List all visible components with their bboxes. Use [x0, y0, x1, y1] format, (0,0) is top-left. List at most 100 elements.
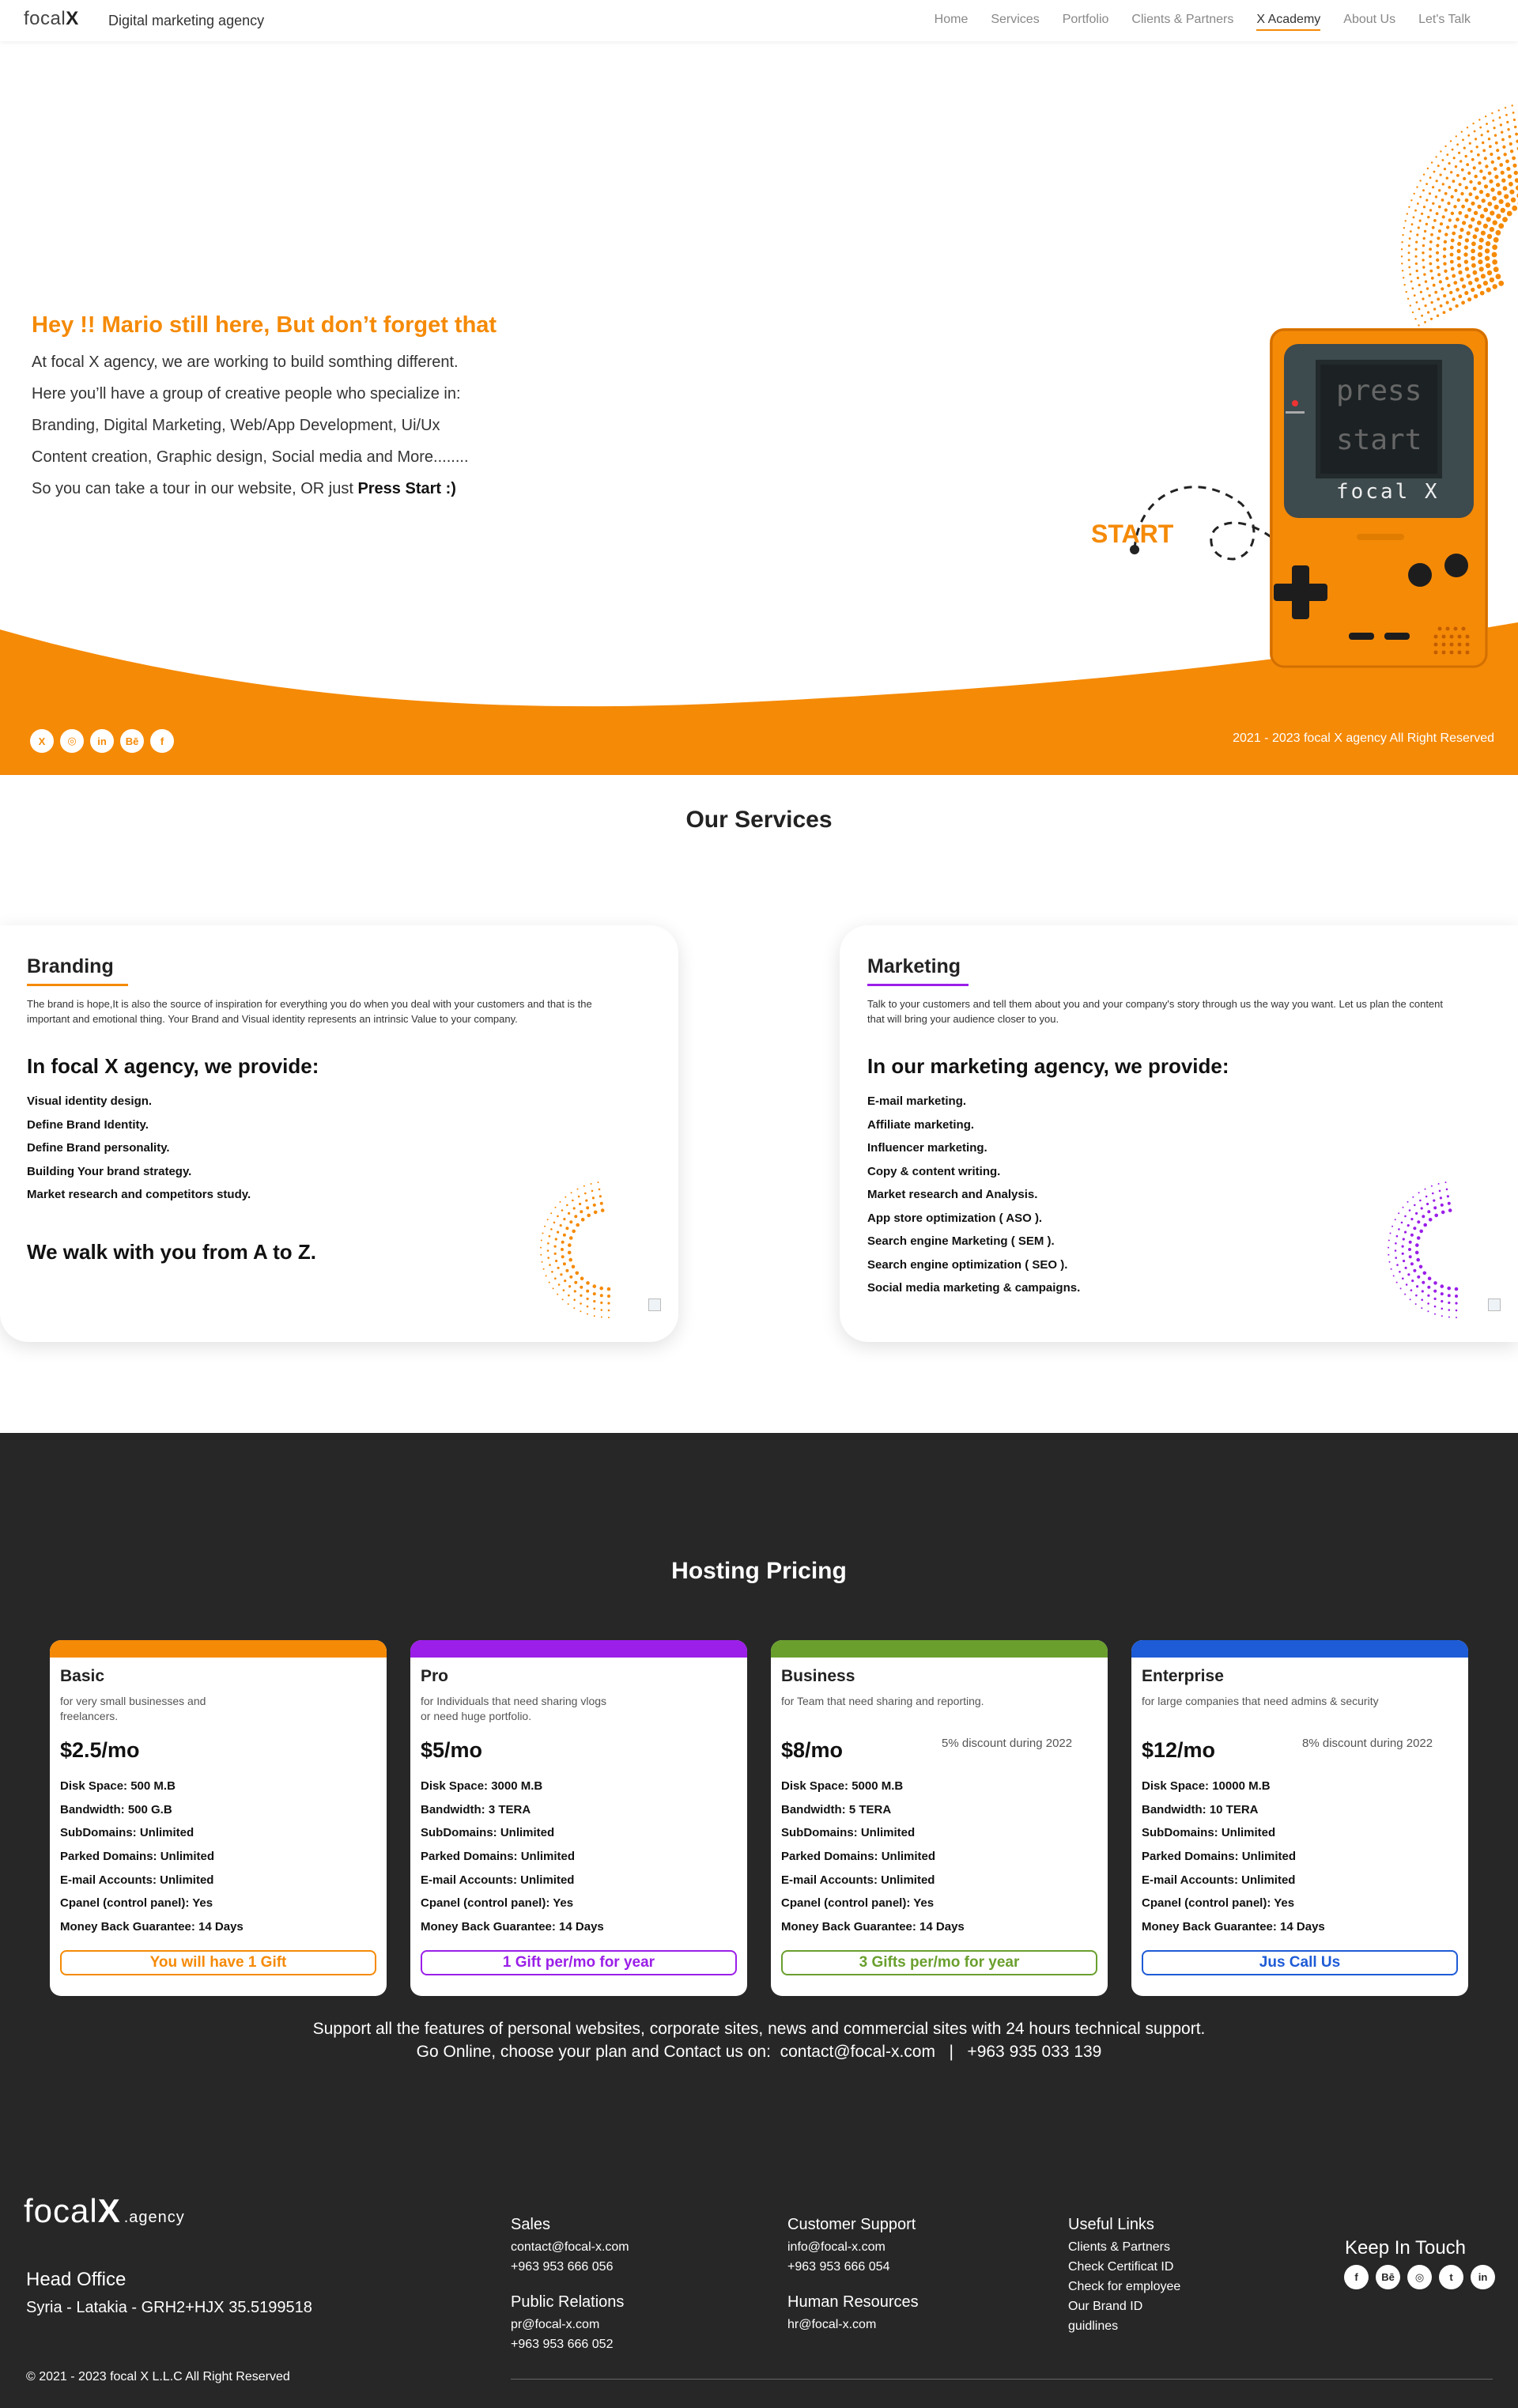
marketing-heading: Marketing	[867, 955, 961, 977]
list-item: Define Brand personality.	[27, 1141, 170, 1155]
list-item: Define Brand Identity.	[27, 1117, 149, 1132]
marketing-description: Talk to your customers and tell them abo…	[867, 998, 1443, 1025]
list-item: SubDomains: Unlimited	[1142, 1826, 1276, 1840]
useful-links-title: Useful Links	[1068, 2216, 1154, 2233]
plan-description: for Individuals that need sharing vlogs …	[421, 1695, 607, 1722]
broken-image-icon	[1488, 1299, 1501, 1311]
head-office-address: Syria - Latakia - GRH2+HJX 35.5199518	[26, 2299, 312, 2316]
list-item: App store optimization ( ASO ).	[867, 1211, 1043, 1225]
list-item: Search engine Marketing ( SEM ).	[867, 1234, 1055, 1248]
list-item: E-mail marketing.	[867, 1094, 967, 1108]
list-item: Parked Domains: Unlimited	[781, 1850, 936, 1864]
footer-link[interactable]: Our Brand ID	[1068, 2296, 1180, 2316]
nav-lets-talk[interactable]: Let's Talk	[1418, 13, 1471, 31]
list-item: Cpanel (control panel): Yes	[60, 1896, 213, 1911]
footer: focalX .agency Head Office Syria - Lataki…	[0, 2129, 1518, 2408]
behance-icon[interactable]: Bē	[1376, 2265, 1400, 2289]
press-start-link[interactable]: Press Start :)	[357, 480, 456, 497]
footer-link[interactable]: guidlines	[1068, 2316, 1180, 2336]
linkedin-icon[interactable]: in	[1471, 2265, 1495, 2289]
marketing-list: E-mail marketing. Affiliate marketing. I…	[867, 1094, 1080, 1305]
hero-section: Hey !! Mario still here, But don’t forge…	[0, 41, 1518, 775]
purple-dot-arc-decoration	[1388, 1181, 1459, 1318]
facebook-icon[interactable]: f	[1344, 2265, 1369, 2289]
behance-icon[interactable]: Bē	[120, 729, 144, 753]
list-item: E-mail Accounts: Unlimited	[421, 1873, 575, 1887]
footer-human-resources: Human Resources hr@focal-x.com	[787, 2293, 919, 2334]
sales-email[interactable]: contact@focal-x.com	[511, 2237, 629, 2257]
footer-logo-text: focal	[24, 2192, 98, 2229]
support-email[interactable]: info@focal-x.com	[787, 2237, 916, 2257]
footer-copyright: © 2021 - 2023 focal X L.L.C All Right Re…	[26, 2370, 290, 2383]
nav-portfolio[interactable]: Portfolio	[1063, 13, 1109, 31]
keep-in-touch-title: Keep In Touch	[1345, 2237, 1467, 2259]
plan-name: Business	[781, 1667, 855, 1685]
plan-color-bar	[410, 1640, 747, 1658]
footer-link[interactable]: Check for employee	[1068, 2277, 1180, 2296]
hero-social-links: X ◎ in Bē f	[30, 729, 174, 753]
hr-email[interactable]: hr@focal-x.com	[787, 2315, 919, 2334]
branding-description: The brand is hope,It is also the source …	[27, 998, 592, 1025]
top-navbar: focalX Digital marketing agency Home Ser…	[0, 0, 1518, 41]
list-item: Parked Domains: Unlimited	[60, 1850, 215, 1864]
nav-about-us[interactable]: About Us	[1343, 13, 1395, 31]
linkedin-icon[interactable]: in	[90, 729, 114, 753]
x-icon[interactable]: X	[30, 729, 54, 753]
plan-gift-button[interactable]: 1 Gift per/mo for year	[421, 1950, 737, 1975]
call-us-button[interactable]: Jus Call Us	[1142, 1950, 1458, 1975]
plan-price: $5/mo	[421, 1738, 483, 1762]
logo-text: focal	[24, 8, 66, 29]
footer-link[interactable]: Check Certificat ID	[1068, 2257, 1180, 2277]
plan-card-pro: Pro for Individuals that need sharing vl…	[410, 1640, 747, 1996]
marketing-provide-title: In our marketing agency, we provide:	[867, 1054, 1229, 1078]
hero-text-line-last: So you can take a tour in our website, O…	[32, 480, 456, 498]
list-item: Money Back Guarantee: 14 Days	[60, 1920, 244, 1934]
plan-description: for very small businesses and freelancer…	[60, 1695, 206, 1722]
pr-phone[interactable]: +963 953 666 052	[511, 2334, 624, 2354]
list-item: Social media marketing & campaigns.	[867, 1281, 1081, 1295]
instagram-icon[interactable]: ◎	[60, 729, 84, 753]
list-item: Parked Domains: Unlimited	[1142, 1850, 1297, 1864]
nav-x-academy[interactable]: X Academy	[1256, 13, 1321, 31]
support-phone[interactable]: +963 953 666 054	[787, 2257, 916, 2277]
plan-gift-button[interactable]: 3 Gifts per/mo for year	[781, 1950, 1097, 1975]
plan-features: Disk Space: 5000 M.B Bandwidth: 5 TERA S…	[781, 1779, 965, 1944]
hero-copyright: 2021 - 2023 focal X agency All Right Res…	[1233, 731, 1494, 745]
nav-services[interactable]: Services	[991, 13, 1039, 31]
footer-logo[interactable]: focalX .agency	[24, 2192, 185, 2230]
footer-useful-links: Useful Links Clients & Partners Check Ce…	[1068, 2216, 1180, 2336]
hero-last-line-text: So you can take a tour in our website, O…	[32, 480, 358, 497]
list-item: Visual identity design.	[27, 1094, 153, 1108]
footer-link[interactable]: Clients & Partners	[1068, 2237, 1180, 2257]
branding-card: Branding The brand is hope,It is also th…	[0, 925, 678, 1342]
dotted-arc-decoration	[1400, 104, 1518, 327]
list-item: SubDomains: Unlimited	[781, 1826, 916, 1840]
pricing-support-note: Support all the features of personal web…	[312, 2020, 1206, 2038]
plan-color-bar	[50, 1640, 387, 1658]
facebook-icon[interactable]: f	[150, 729, 174, 753]
instagram-icon[interactable]: ◎	[1407, 2265, 1432, 2289]
plan-gift-button[interactable]: You will have 1 Gift	[60, 1950, 376, 1975]
pr-email[interactable]: pr@focal-x.com	[511, 2315, 624, 2334]
logo-x: X	[66, 8, 79, 29]
list-item: E-mail Accounts: Unlimited	[781, 1873, 935, 1887]
header-logo[interactable]: focalX	[24, 8, 79, 30]
hero-text-line: Branding, Digital Marketing, Web/App Dev…	[32, 417, 440, 434]
sales-phone[interactable]: +963 953 666 056	[511, 2257, 629, 2277]
hero-text-line: At focal X agency, we are working to bui…	[32, 353, 459, 371]
start-label[interactable]: START	[1091, 520, 1173, 549]
support-title: Customer Support	[787, 2216, 916, 2233]
list-item: Money Back Guarantee: 14 Days	[781, 1920, 965, 1934]
device-brand: focal X	[1336, 480, 1440, 504]
screen-text-press: press	[1336, 375, 1422, 407]
plan-card-basic: Basic for very small businesses and free…	[50, 1640, 387, 1996]
list-item: E-mail Accounts: Unlimited	[60, 1873, 214, 1887]
twitter-icon[interactable]: t	[1439, 2265, 1463, 2289]
hero-text-line: Here you’ll have a group of creative peo…	[32, 385, 461, 403]
list-item: Disk Space: 3000 M.B	[421, 1779, 543, 1793]
list-item: E-mail Accounts: Unlimited	[1142, 1873, 1296, 1887]
branding-heading: Branding	[27, 955, 114, 977]
footer-logo-suffix: .agency	[123, 2209, 185, 2226]
nav-home[interactable]: Home	[935, 13, 969, 31]
nav-clients-partners[interactable]: Clients & Partners	[1131, 13, 1233, 31]
